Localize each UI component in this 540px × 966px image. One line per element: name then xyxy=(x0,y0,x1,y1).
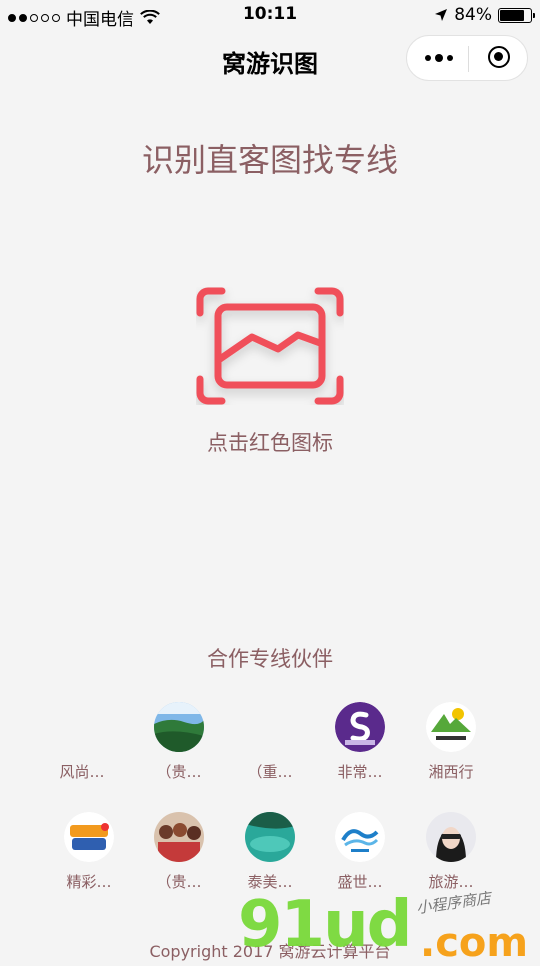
partner-avatar xyxy=(154,702,204,752)
partner-avatar xyxy=(335,702,385,752)
battery-percent: 84% xyxy=(454,5,492,25)
partner-avatar xyxy=(426,812,476,862)
partner-avatar xyxy=(335,812,385,862)
partner-avatar xyxy=(57,702,107,752)
partner-item[interactable]: 湘西行 xyxy=(406,702,496,782)
partner-item[interactable]: 精彩… xyxy=(44,812,134,892)
partner-name: 精彩… xyxy=(66,873,112,891)
partner-name: 风尚… xyxy=(59,763,105,781)
status-bar: 中国电信 10:11 84% xyxy=(0,0,540,30)
partner-avatar xyxy=(426,702,476,752)
capsule-divider xyxy=(468,46,469,72)
partner-avatar xyxy=(245,812,295,862)
partner-name: 湘西行 xyxy=(428,763,474,781)
partner-avatar xyxy=(154,812,204,862)
partner-item[interactable]: 非常… xyxy=(315,702,405,782)
close-target-icon[interactable] xyxy=(488,46,510,68)
scan-hint: 点击红色图标 xyxy=(207,431,333,455)
partner-item[interactable]: （重… xyxy=(225,702,315,782)
nav-bar: 窝游识图 xyxy=(0,30,540,90)
partner-name: （贵… xyxy=(156,763,202,781)
more-icon[interactable] xyxy=(425,51,455,65)
partner-name: （贵… xyxy=(156,873,202,891)
partner-name: 非常… xyxy=(337,763,383,781)
battery-icon xyxy=(498,7,535,23)
scan-image-icon[interactable] xyxy=(196,287,344,405)
watermark-brand: 91ud xyxy=(238,888,412,962)
partner-item[interactable]: （贵… xyxy=(134,812,224,892)
partner-name: （重… xyxy=(247,763,293,781)
partners-title: 合作专线伙伴 xyxy=(207,647,333,671)
watermark-domain: .com xyxy=(420,920,529,966)
mini-program-capsule xyxy=(406,35,528,81)
partner-item[interactable]: 盛世… xyxy=(315,812,405,892)
partner-avatar xyxy=(64,812,114,862)
partner-avatar xyxy=(245,702,295,752)
location-arrow-icon xyxy=(435,9,448,21)
partner-item[interactable]: 泰美… xyxy=(225,812,315,892)
partner-item[interactable]: （贵… xyxy=(134,702,224,782)
partner-item[interactable]: 风尚… xyxy=(37,702,127,782)
partner-item[interactable]: 旅游… xyxy=(406,812,496,892)
headline: 识别直客图找专线 xyxy=(141,141,398,179)
